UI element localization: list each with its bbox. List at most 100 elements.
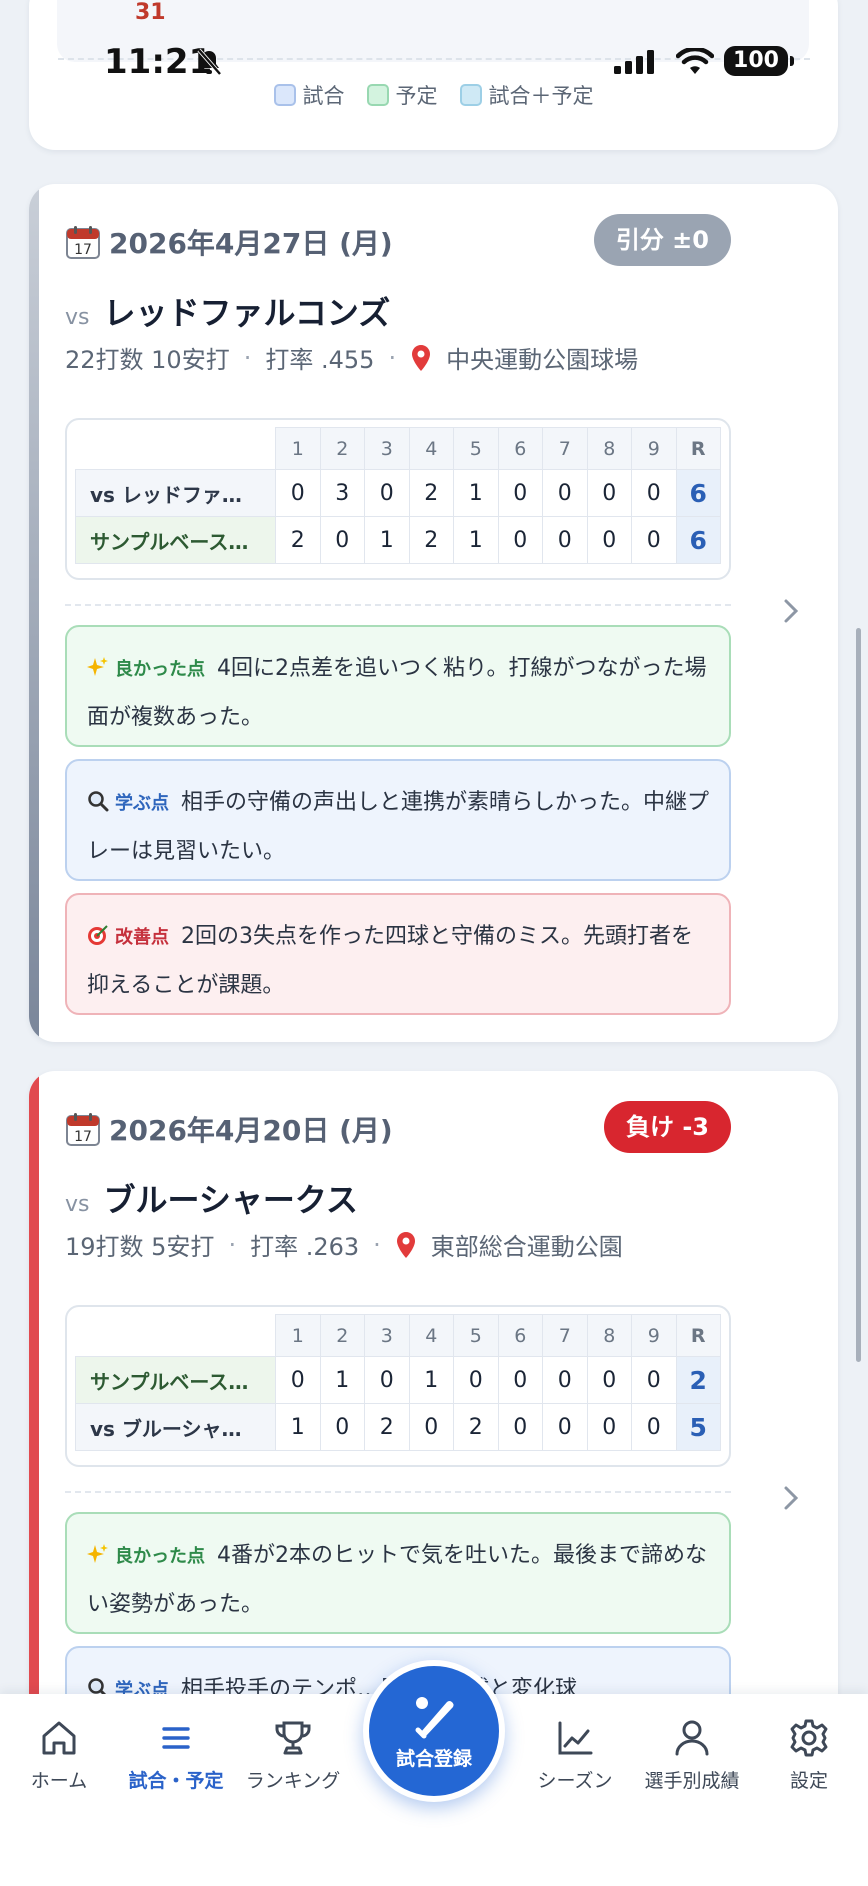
team-line: vs ブルーシャ… 1020200005	[75, 1403, 721, 1451]
scrollbar[interactable]	[856, 628, 861, 1362]
header-blank	[76, 1315, 276, 1357]
inning-score: 0	[631, 516, 677, 564]
inning-score: 0	[275, 469, 321, 517]
person-icon	[675, 1720, 709, 1756]
chevron-right-icon[interactable]	[781, 1482, 801, 1514]
divider	[65, 604, 731, 606]
inning-score: 0	[631, 1356, 677, 1404]
result-accent-bar	[29, 184, 39, 1042]
nav-item-games[interactable]: 試合・予定	[121, 1716, 231, 1793]
trophy-icon	[275, 1721, 311, 1755]
line-score: 123456789R サンプルベース… 0101000002 vs ブルーシャ……	[65, 1305, 731, 1467]
inning-header: 3	[364, 427, 410, 470]
inning-score: 0	[586, 516, 632, 564]
inning-score: 0	[542, 1403, 588, 1451]
inning-score: 0	[542, 469, 588, 517]
team-line: vs レッドファ… 0302100006	[75, 469, 721, 517]
line-score: 123456789R vs レッドファ… 0302100006 サンプルベース……	[65, 418, 731, 580]
inning-header: 6	[497, 427, 543, 470]
inning-header: 4	[408, 1314, 454, 1357]
bell-slash-icon	[197, 48, 222, 76]
team-name: vs ブルーシャ…	[75, 1403, 276, 1451]
opponent-name: ブルーシャークス	[103, 1181, 358, 1219]
nav-item-ranking[interactable]: ランキング	[238, 1716, 348, 1793]
inning-score: 2	[364, 1403, 410, 1451]
inning-score: 0	[586, 469, 632, 517]
game-stats: 22打数 10安打 · 打率 .455 · 中央運動公園球場	[65, 340, 638, 375]
team-name: サンプルベース…	[75, 1356, 276, 1404]
note-learn: 学ぶ点 相手の守備の声出しと連携が素晴らしかった。中継プレーは見習いたい。	[65, 759, 731, 881]
total-runs: 2	[675, 1356, 721, 1404]
separator: ·	[388, 343, 397, 372]
inning-header: 5	[453, 427, 499, 470]
sparkles-icon	[87, 657, 108, 676]
inning-score: 0	[497, 516, 543, 564]
location-pin-icon	[412, 344, 431, 371]
gear-icon	[790, 1719, 828, 1757]
inning-header: 2	[319, 427, 365, 470]
inning-score: 0	[319, 1403, 365, 1451]
cell-signal-icon	[614, 50, 654, 74]
inning-score: 0	[319, 516, 365, 564]
inning-score: 0	[542, 1356, 588, 1404]
calendar-icon: 17	[66, 1113, 100, 1146]
game-stats: 19打数 5安打 · 打率 .263 · 東部総合運動公園	[65, 1227, 623, 1262]
svg-text:17: 17	[74, 1129, 92, 1145]
inning-header: 2	[319, 1314, 365, 1357]
inning-header: 7	[542, 1314, 588, 1357]
team-line: サンプルベース… 2012100006	[75, 516, 721, 564]
calendar-day-31[interactable]: 31	[135, 0, 166, 25]
sparkles-icon	[87, 1544, 108, 1563]
nav-item-player-stats[interactable]: 選手別成績	[637, 1716, 747, 1793]
divider	[65, 1491, 731, 1493]
inning-score: 2	[408, 516, 454, 564]
note-tag: 良かった点	[115, 659, 205, 680]
note-good: 良かった点 4回に2点差を追いつく粘り。打線がつながった場面が複数あった。	[65, 625, 731, 747]
opponent-row: vs レッドファルコンズ	[65, 288, 390, 334]
fab-label: 試合登録	[395, 1748, 472, 1770]
result-badge: 引分 ±0	[593, 214, 731, 266]
header-blank	[76, 428, 276, 470]
inning-header: 9	[631, 1314, 677, 1357]
inning-header: 8	[586, 1314, 632, 1357]
game-date-row: 17 2026年4月27日 (月)	[65, 222, 393, 262]
home-icon	[42, 1721, 76, 1755]
status-bar: 11:21 100	[0, 38, 868, 88]
vs-label: vs	[65, 1192, 90, 1217]
nav-item-home[interactable]: ホーム	[4, 1716, 114, 1793]
note-text: 相手の守備の声出しと連携が素晴らしかった。中継プレーは見習いたい。	[87, 790, 710, 864]
nav-label: ランキング	[245, 1770, 341, 1792]
target-icon	[88, 925, 108, 945]
venue: 中央運動公園球場	[446, 346, 639, 374]
magnifier-icon	[88, 791, 109, 812]
batting-average: 打率 .263	[250, 1233, 360, 1261]
game-card[interactable]: 17 2026年4月27日 (月) 引分 ±0 vs レッドファルコンズ 22打…	[29, 184, 838, 1042]
nav-item-settings[interactable]: 設定	[754, 1716, 864, 1793]
note-tag: 学ぶ点	[115, 793, 169, 814]
nav-label: 試合・予定	[128, 1770, 224, 1792]
bat-ball-icon	[415, 1697, 454, 1739]
location-pin-icon	[396, 1231, 415, 1258]
separator: ·	[373, 1230, 381, 1259]
runs-header: R	[675, 1314, 721, 1357]
inning-score: 0	[586, 1356, 632, 1404]
line-score-table: 123456789R サンプルベース… 0101000002 vs ブルーシャ……	[75, 1314, 721, 1451]
total-runs: 6	[675, 469, 721, 517]
team-name: サンプルベース…	[75, 516, 276, 564]
innings-header: 123456789R	[76, 1314, 721, 1357]
note-text: 2回の3失点を作った四球と守備のミス。先頭打者を抑えることが課題。	[87, 924, 693, 998]
nav-item-season[interactable]: シーズン	[520, 1716, 630, 1793]
inning-score: 0	[631, 1403, 677, 1451]
inning-score: 1	[408, 1356, 454, 1404]
team-name: vs レッドファ…	[75, 469, 276, 517]
innings-header: 123456789R	[76, 427, 721, 470]
total-runs: 6	[675, 516, 721, 564]
separator: ·	[228, 1230, 237, 1259]
inning-header: 6	[497, 1314, 543, 1357]
nav-label: 選手別成績	[644, 1770, 740, 1792]
register-game-button[interactable]: 試合登録	[363, 1660, 505, 1802]
inning-score: 2	[275, 516, 321, 564]
inning-score: 0	[453, 1356, 499, 1404]
chevron-right-icon[interactable]	[781, 595, 801, 627]
list-icon	[162, 1727, 190, 1749]
